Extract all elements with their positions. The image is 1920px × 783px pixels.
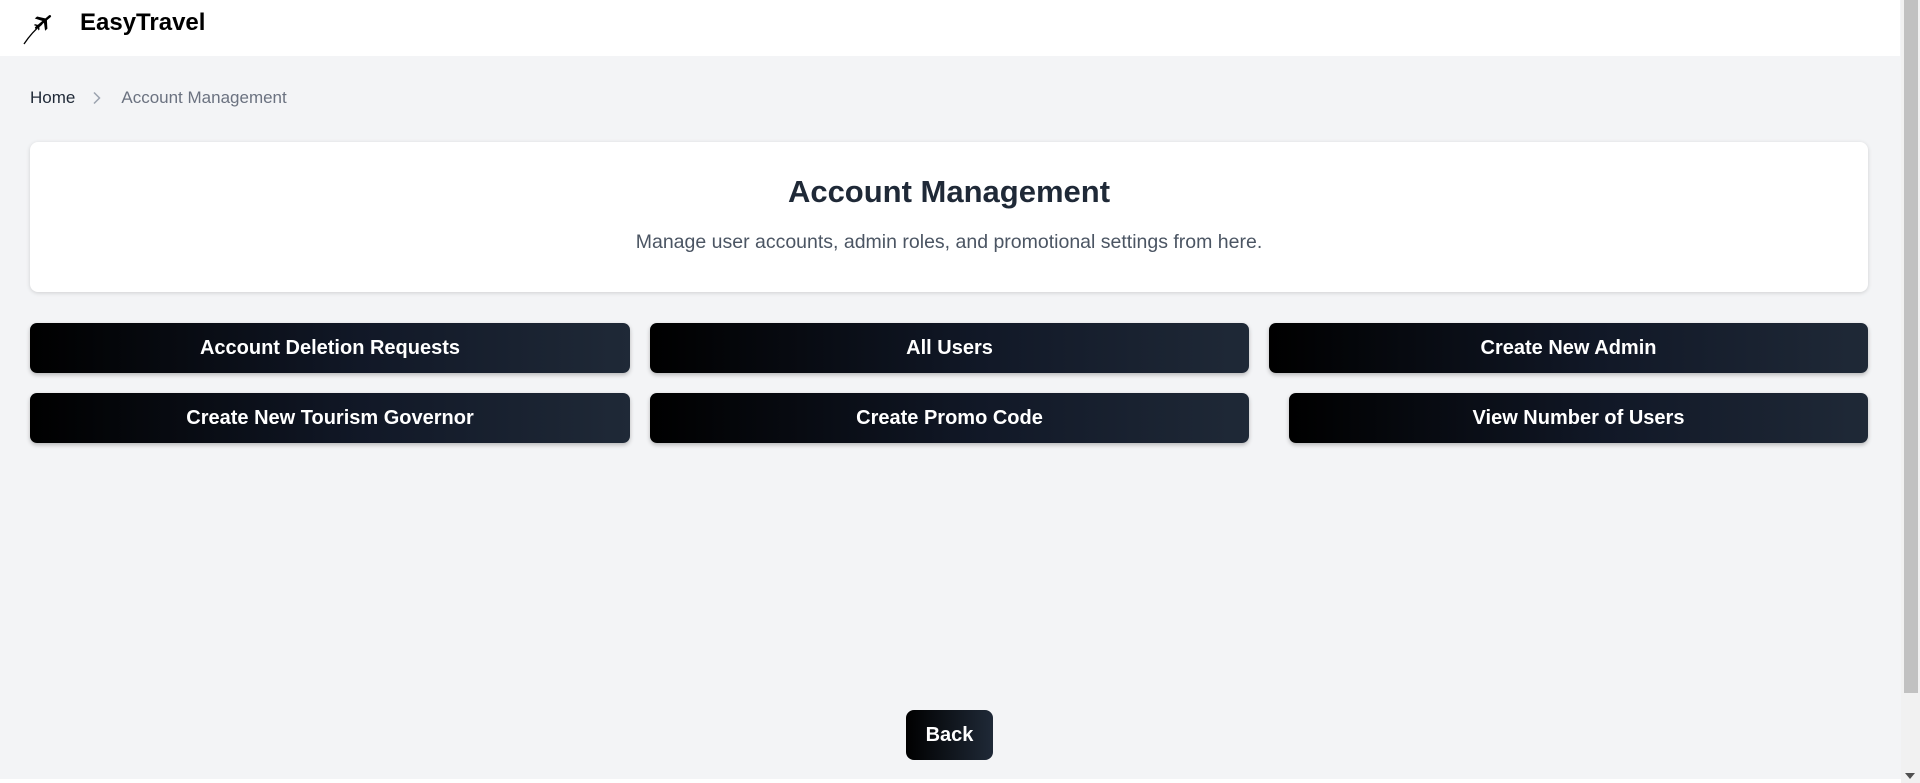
page-subtitle: Manage user accounts, admin roles, and p… (635, 231, 1263, 253)
airplane-icon[interactable] (22, 8, 56, 46)
all-users-button[interactable]: All Users (650, 323, 1249, 373)
breadcrumb: Home Account Management (30, 88, 287, 108)
scroll-down-arrow-icon[interactable] (1905, 773, 1915, 779)
chevron-right-icon (87, 88, 107, 108)
vertical-scrollbar[interactable] (1901, 0, 1920, 783)
view-number-of-users-button[interactable]: View Number of Users (1289, 393, 1868, 443)
breadcrumb-home-link[interactable]: Home (30, 88, 75, 108)
brand-name[interactable]: EasyTravel (80, 9, 205, 37)
account-deletion-requests-button[interactable]: Account Deletion Requests (30, 323, 630, 373)
top-navbar: EasyTravel (0, 0, 1900, 56)
breadcrumb-current: Account Management (121, 88, 287, 107)
create-new-tourism-governor-button[interactable]: Create New Tourism Governor (30, 393, 630, 443)
scrollbar-thumb[interactable] (1904, 0, 1918, 693)
page: EasyTravel Home Account Management Accou… (0, 0, 1920, 783)
create-promo-code-button[interactable]: Create Promo Code (650, 393, 1249, 443)
bottom-edge (0, 779, 1901, 783)
back-button[interactable]: Back (906, 710, 993, 760)
page-title: Account Management (787, 174, 1111, 209)
header-card: Account Management Manage user accounts,… (30, 142, 1868, 292)
create-new-admin-button[interactable]: Create New Admin (1269, 323, 1868, 373)
